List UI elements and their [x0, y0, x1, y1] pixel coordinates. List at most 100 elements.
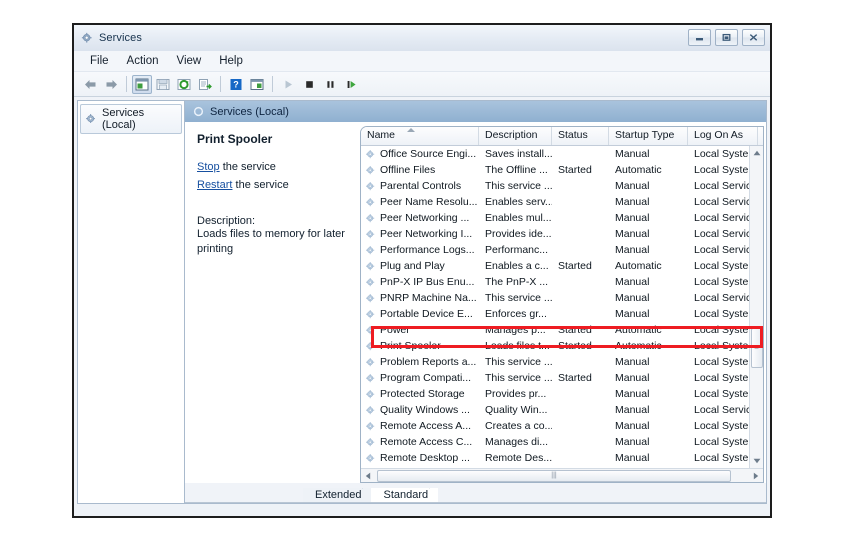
table-row[interactable]: Peer Networking I... Provides ide... Manua… [361, 226, 763, 242]
service-gear-icon [365, 277, 376, 288]
tab-extended[interactable]: Extended [303, 488, 372, 503]
table-row[interactable]: Performance Logs... Performanc... Manual Lo… [361, 242, 763, 258]
horizontal-scroll-track[interactable]: ||| [375, 469, 749, 482]
restart-service-link[interactable]: Restart [197, 179, 232, 191]
table-row[interactable]: Remote Access C... Manages di... Manual Loc… [361, 434, 763, 450]
stop-service-link[interactable]: Stop [197, 161, 220, 173]
column-header-label: Log On As [694, 129, 744, 141]
tab-standard[interactable]: Standard [371, 488, 439, 503]
table-row[interactable]: Remote Access A... Creates a co... Manual L… [361, 418, 763, 434]
table-row[interactable]: Plug and Play Enables a c... Started Automa… [361, 258, 763, 274]
column-header-description[interactable]: Description [479, 127, 552, 145]
services-gear-icon [81, 32, 94, 45]
column-header-status[interactable]: Status [552, 127, 609, 145]
help-icon[interactable]: ? [226, 75, 246, 94]
vertical-scrollbar[interactable]: ≡ [749, 146, 763, 468]
description-text: Loads files to memory for later printing [197, 227, 345, 255]
cell-description: Quality Win... [485, 404, 548, 416]
horizontal-scroll-thumb[interactable]: ||| [377, 469, 731, 482]
start-service-icon[interactable] [278, 75, 298, 94]
table-row[interactable]: Quality Windows ... Quality Win... Manual L… [361, 402, 763, 418]
column-header-label: Startup Type [615, 129, 675, 141]
table-row[interactable]: Program Compati... This service ... Starte… [361, 370, 763, 386]
pause-service-icon[interactable] [320, 75, 340, 94]
cell-log-on-as: Local Syste... [694, 308, 758, 320]
table-row[interactable]: Offline Files The Offline ... Started Autom… [361, 162, 763, 178]
cell-name: Office Source Engi... [361, 148, 479, 160]
menu-item-view[interactable]: View [169, 53, 210, 69]
toolbar-separator [126, 76, 127, 92]
scroll-up-arrow-icon[interactable] [749, 146, 763, 160]
cell-startup-type: Manual [615, 308, 650, 320]
back-arrow-icon[interactable] [80, 75, 100, 94]
table-row[interactable]: Remote Desktop S...Allows user...ManualN… [361, 466, 763, 468]
title-bar: Services [74, 25, 770, 51]
cell-status: Started [558, 324, 592, 336]
cell-startup-type: Manual [615, 212, 650, 224]
grid-header: Name Description Status Startup Type Log On … [361, 127, 763, 146]
table-row[interactable]: Print Spooler Loads files t... Started Auto… [361, 338, 763, 354]
svg-text:?: ? [233, 79, 239, 89]
table-row[interactable]: Portable Device E... Enforces gr... Manual… [361, 306, 763, 322]
services-list-panel: Name Description Status Startup Type Log On … [360, 126, 764, 483]
minimize-button[interactable] [688, 29, 711, 46]
table-row[interactable]: Parental Controls This service ... Manual L… [361, 178, 763, 194]
table-row[interactable]: PNRP Machine Na... This service ... Manual… [361, 290, 763, 306]
cell-description: Provides pr... [485, 388, 547, 400]
cell-startup-type: Manual [615, 180, 650, 192]
table-row[interactable]: Remote Desktop ... Remote Des... Manual Loc… [361, 450, 763, 466]
cell-startup-type: Automatic [615, 340, 662, 352]
cell-startup-type: Manual [615, 244, 650, 256]
cell-name: Peer Networking I... [361, 228, 479, 240]
cell-log-on-as: Local Syste... [694, 436, 758, 448]
horizontal-scrollbar[interactable]: ||| [361, 468, 763, 482]
restart-service-icon[interactable] [341, 75, 361, 94]
forward-arrow-icon[interactable] [101, 75, 121, 94]
cell-description: Saves install... [485, 148, 552, 160]
service-name-label: Quality Windows ... [380, 404, 470, 416]
properties-icon[interactable] [247, 75, 267, 94]
scroll-left-arrow-icon[interactable] [361, 469, 375, 483]
maximize-button[interactable] [715, 29, 738, 46]
service-gear-icon [365, 325, 376, 336]
cell-description: Creates a co... [485, 420, 552, 432]
service-name-label: Remote Desktop ... [380, 452, 470, 464]
table-row[interactable]: Office Source Engi... Saves install... Man… [361, 146, 763, 162]
table-row[interactable]: Problem Reports a... This service ... Manu… [361, 354, 763, 370]
refresh-icon[interactable] [174, 75, 194, 94]
cell-description: Remote Des... [485, 452, 552, 464]
vertical-scroll-track[interactable]: ≡ [750, 160, 764, 454]
tabs-baseline [185, 502, 766, 503]
table-row[interactable]: Peer Networking ... Enables mul... Manual L… [361, 210, 763, 226]
menu-item-help[interactable]: Help [211, 53, 251, 69]
cell-startup-type: Automatic [615, 164, 662, 176]
tree-item-services-local[interactable]: Services (Local) [80, 104, 182, 134]
cell-log-on-as: Local Service [694, 244, 758, 256]
stop-service-icon[interactable] [299, 75, 319, 94]
column-header-startup-type[interactable]: Startup Type [609, 127, 688, 145]
table-row[interactable]: PnP-X IP Bus Enu... The PnP-X ... Manual Lo… [361, 274, 763, 290]
cell-startup-type: Manual [615, 452, 650, 464]
cell-startup-type: Manual [615, 356, 650, 368]
service-name-label: PnP-X IP Bus Enu... [380, 276, 475, 288]
cell-name: Offline Files [361, 164, 479, 176]
menu-item-file[interactable]: File [82, 53, 117, 69]
table-row[interactable]: Power Manages p... Started Automatic Local S… [361, 322, 763, 338]
table-row[interactable]: Peer Name Resolu... Enables serv... Manual… [361, 194, 763, 210]
save-icon[interactable] [153, 75, 173, 94]
cell-name: Print Spooler [361, 340, 479, 352]
scroll-right-arrow-icon[interactable] [749, 469, 763, 483]
service-info-panel: Print Spooler Stop the service Restart t… [185, 122, 360, 483]
vertical-scroll-thumb[interactable]: ≡ [750, 328, 763, 368]
cell-log-on-as: Local Service [694, 196, 758, 208]
table-row[interactable]: Protected Storage Provides pr... Manual Loc… [361, 386, 763, 402]
column-header-name[interactable]: Name [361, 127, 479, 145]
close-button[interactable] [742, 29, 765, 46]
scroll-down-arrow-icon[interactable] [749, 454, 763, 468]
grid-body[interactable]: Office Source Engi... Saves install... Man… [361, 146, 763, 468]
column-header-log-on-as[interactable]: Log On As [688, 127, 758, 145]
export-list-icon[interactable] [195, 75, 215, 94]
show-hide-tree-icon[interactable] [132, 74, 152, 94]
menu-item-action[interactable]: Action [119, 53, 167, 69]
cell-name: Performance Logs... [361, 244, 479, 256]
